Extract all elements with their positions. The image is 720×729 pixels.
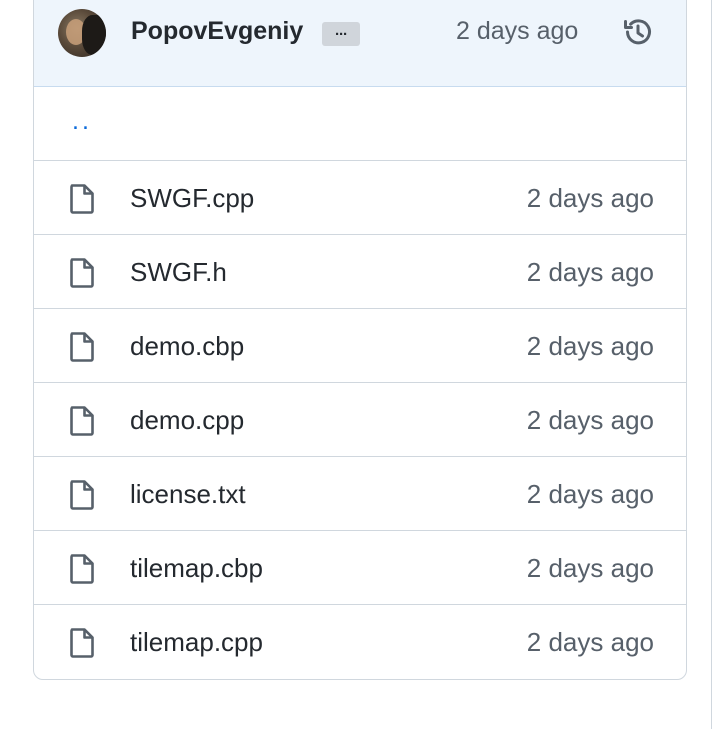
file-icon bbox=[70, 184, 94, 214]
commit-author-link[interactable]: PopovEvgeniy bbox=[131, 17, 303, 46]
file-icon bbox=[70, 628, 94, 658]
file-commit-time: 2 days ago bbox=[526, 627, 654, 657]
file-name-link[interactable]: tilemap.cpp bbox=[130, 627, 263, 658]
file-browser-page: PopovEvgeniy ··· 2 days ago .. SWGF.cpp … bbox=[0, 0, 720, 729]
file-list-box: PopovEvgeniy ··· 2 days ago .. SWGF.cpp … bbox=[33, 0, 687, 680]
file-row-4[interactable]: license.txt 2 days ago bbox=[34, 457, 686, 531]
history-icon[interactable] bbox=[620, 14, 656, 50]
file-icon bbox=[70, 332, 94, 362]
file-icon bbox=[70, 554, 94, 584]
file-name-link[interactable]: SWGF.h bbox=[130, 257, 227, 288]
file-commit-time: 2 days ago bbox=[526, 257, 654, 287]
file-rows: SWGF.cpp 2 days ago SWGF.h 2 days ago de… bbox=[34, 161, 686, 679]
file-row-6[interactable]: tilemap.cpp 2 days ago bbox=[34, 605, 686, 679]
parent-directory-row[interactable]: .. bbox=[34, 87, 686, 161]
avatar[interactable] bbox=[58, 9, 106, 57]
file-row-3[interactable]: demo.cpp 2 days ago bbox=[34, 383, 686, 457]
file-row-2[interactable]: demo.cbp 2 days ago bbox=[34, 309, 686, 383]
page-edge-divider bbox=[711, 0, 720, 729]
file-row-0[interactable]: SWGF.cpp 2 days ago bbox=[34, 161, 686, 235]
file-name-link[interactable]: tilemap.cbp bbox=[130, 553, 263, 584]
file-icon bbox=[70, 480, 94, 510]
file-commit-time: 2 days ago bbox=[526, 405, 654, 435]
file-name-link[interactable]: demo.cbp bbox=[130, 331, 244, 362]
file-icon bbox=[70, 406, 94, 436]
file-commit-time: 2 days ago bbox=[526, 183, 654, 213]
file-icon bbox=[70, 258, 94, 288]
file-row-5[interactable]: tilemap.cbp 2 days ago bbox=[34, 531, 686, 605]
file-name-link[interactable]: demo.cpp bbox=[130, 405, 244, 436]
file-name-link[interactable]: license.txt bbox=[130, 479, 246, 510]
file-row-1[interactable]: SWGF.h 2 days ago bbox=[34, 235, 686, 309]
parent-directory-link[interactable]: .. bbox=[72, 107, 92, 136]
file-commit-time: 2 days ago bbox=[526, 479, 654, 509]
file-commit-time: 2 days ago bbox=[526, 553, 654, 583]
file-name-link[interactable]: SWGF.cpp bbox=[130, 183, 254, 214]
commit-details-button[interactable]: ··· bbox=[322, 22, 360, 46]
file-commit-time: 2 days ago bbox=[526, 331, 654, 361]
avatar-shade bbox=[82, 15, 106, 55]
latest-commit-header: PopovEvgeniy ··· 2 days ago bbox=[34, 0, 686, 87]
commit-time: 2 days ago bbox=[456, 17, 579, 45]
